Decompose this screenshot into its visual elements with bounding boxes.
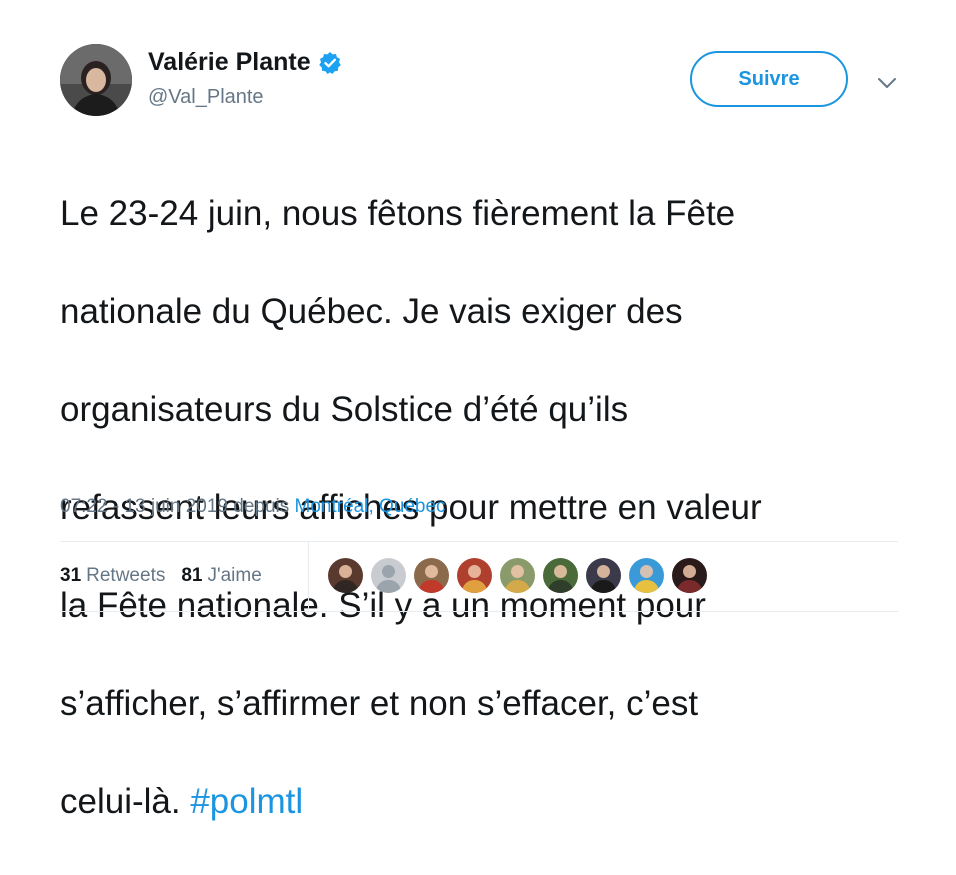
user-handle[interactable]: @Val_Plante (148, 86, 264, 109)
liker-avatar[interactable] (629, 558, 664, 593)
likes-count: 81 (181, 565, 203, 586)
display-name[interactable]: Valérie Plante (148, 48, 311, 77)
via-label: depuis (233, 496, 290, 517)
chevron-down-icon[interactable] (874, 70, 900, 96)
tweet-line-text: celui-là. (60, 782, 181, 821)
liker-avatar[interactable] (414, 558, 449, 593)
liker-avatar[interactable] (500, 558, 535, 593)
likes-label: J'aime (207, 565, 262, 586)
hashtag-link[interactable]: #polmtl (190, 782, 303, 821)
tweet-line: nationale du Québec. Je vais exiger des (60, 292, 683, 331)
divider (60, 611, 898, 612)
tweet-line: Le 23-24 juin, nous fêtons fièrement la … (60, 194, 736, 233)
likes-stat[interactable]: 81 J'aime (181, 565, 261, 587)
timestamp[interactable]: 07:22 - 13 juin 2019 (60, 496, 228, 517)
tweet-line: celui-là. #polmtl (60, 777, 910, 826)
liker-avatar[interactable] (543, 558, 578, 593)
divider (60, 541, 898, 542)
liker-avatar[interactable] (328, 558, 363, 593)
liker-avatar[interactable] (371, 558, 406, 593)
location-link[interactable]: Montréal, Québec (295, 496, 446, 517)
retweets-count: 31 (60, 565, 82, 586)
tweet-stats: 31 Retweets 81 J'aime (60, 565, 278, 587)
liker-avatar[interactable] (672, 558, 707, 593)
liker-avatar[interactable] (457, 558, 492, 593)
liker-avatar[interactable] (586, 558, 621, 593)
tweet-line: organisateurs du Solstice d’été qu’ils (60, 390, 629, 429)
retweets-label: Retweets (86, 565, 166, 586)
likers-avatars (328, 558, 715, 593)
tweet-line: s’afficher, s’affirmer et non s’effacer,… (60, 684, 699, 723)
verified-badge-icon (318, 51, 342, 75)
follow-button[interactable]: Suivre (690, 51, 848, 107)
avatar[interactable] (60, 44, 132, 116)
retweets-stat[interactable]: 31 Retweets (60, 565, 165, 587)
tweet-metadata: 07:22 - 13 juin 2019 depuis Montréal, Qu… (60, 496, 446, 518)
stats-separator (308, 541, 309, 611)
